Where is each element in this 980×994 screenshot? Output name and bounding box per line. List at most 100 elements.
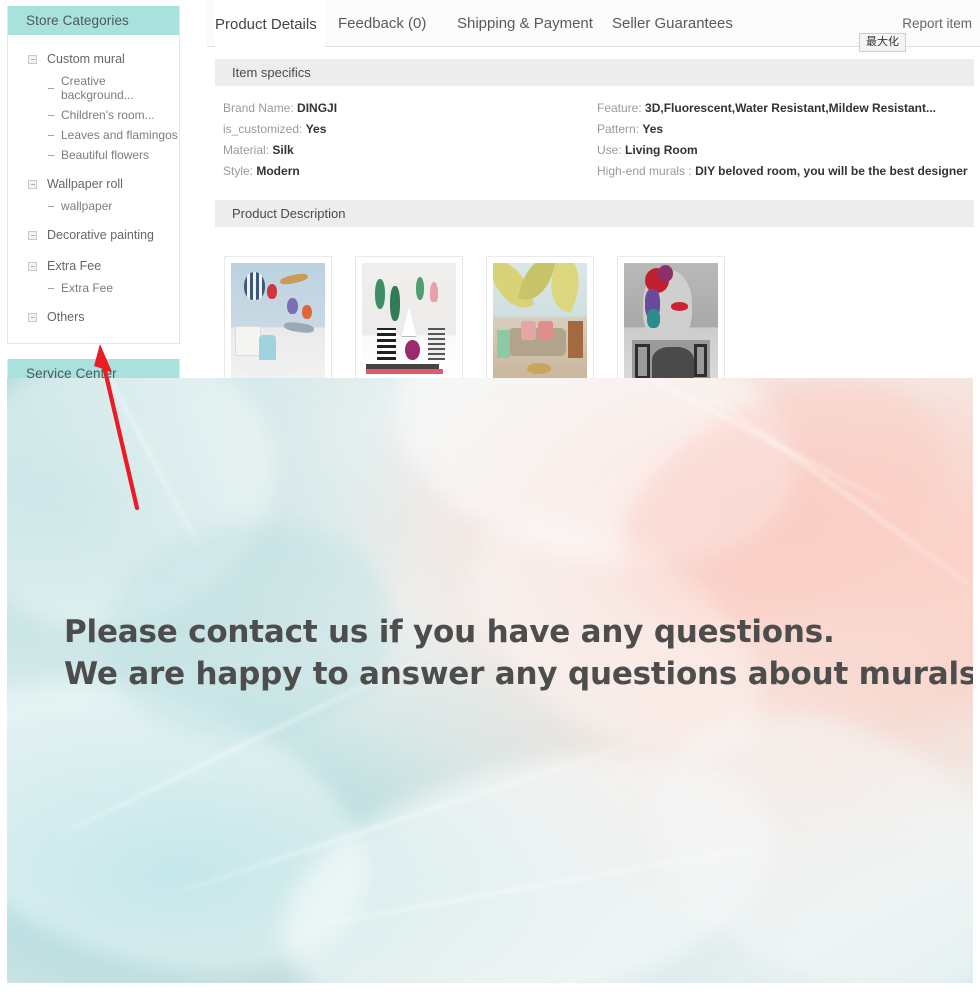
mural-image-kids-balloons <box>231 263 325 379</box>
category-wallpaper-roll[interactable]: Wallpaper roll <box>8 172 179 196</box>
category-label: Extra Fee <box>47 259 102 273</box>
category-label: Wallpaper roll <box>47 177 123 191</box>
collapse-box-icon[interactable] <box>28 261 37 271</box>
collapse-box-icon[interactable] <box>28 54 37 64</box>
item-specifics-body: Brand Name: DINGJI is_customized: Yes Ma… <box>215 86 974 178</box>
tab-product-details[interactable]: Product Details <box>215 0 325 47</box>
spec-label: Pattern: <box>597 122 640 136</box>
category-label: Custom mural <box>47 52 125 66</box>
spec-label: Style: <box>223 164 254 178</box>
gallery-thumbnail[interactable] <box>617 256 725 386</box>
feather-quill <box>550 378 894 508</box>
dash-icon <box>48 205 54 207</box>
category-label: Decorative painting <box>47 228 155 242</box>
collapse-box-icon[interactable] <box>28 179 37 189</box>
subcategory-wallpaper[interactable]: wallpaper <box>8 196 179 216</box>
contact-banner: Please contact us if you have any questi… <box>7 378 973 983</box>
spec-value: DIY beloved room, you will be the best d… <box>695 164 968 178</box>
dash-icon <box>48 87 54 89</box>
banner-line-2: We are happy to answer any questions abo… <box>64 656 973 692</box>
tab-shipping-payment[interactable]: Shipping & Payment <box>457 0 593 47</box>
feather-shape <box>255 708 802 983</box>
maximize-tooltip: 最大化 <box>859 33 906 52</box>
spec-value: Yes <box>642 122 664 136</box>
spec-label: Feature: <box>597 101 642 115</box>
collapse-box-icon[interactable] <box>28 312 37 322</box>
dash-icon <box>48 114 54 116</box>
mural-image-marilyn-monroe <box>624 263 718 379</box>
page-root: Store Categories Custom mural Creative b… <box>0 0 980 994</box>
item-specifics-header: Item specifics <box>215 59 974 86</box>
subcategory-label: wallpaper <box>61 199 113 213</box>
feather-quill <box>696 384 973 592</box>
tab-bar: Product Details Feedback (0) Shipping & … <box>207 0 980 52</box>
dash-icon <box>48 287 54 289</box>
subcategory-label: Children's room... <box>61 108 155 122</box>
spec-style: Style: Modern <box>223 161 337 182</box>
product-description-header: Product Description <box>215 200 974 227</box>
dash-icon <box>48 134 54 136</box>
spec-material: Material: Silk <box>223 140 337 161</box>
spec-value: DINGJI <box>297 101 338 115</box>
category-label: Others <box>47 310 85 324</box>
subcategory-label: Beautiful flowers <box>61 148 150 162</box>
spec-use: Use: Living Room <box>597 140 968 161</box>
spec-feature: Feature: 3D,Fluorescent,Water Resistant,… <box>597 98 968 119</box>
subcategory-beautiful-flowers[interactable]: Beautiful flowers <box>8 145 179 165</box>
tab-feedback[interactable]: Feedback (0) <box>338 0 426 47</box>
feather-shape <box>372 378 820 600</box>
category-decorative-painting[interactable]: Decorative painting <box>8 223 179 247</box>
collapse-box-icon[interactable] <box>28 230 37 240</box>
subcategory-label: Extra Fee <box>61 281 114 295</box>
dash-icon <box>48 154 54 156</box>
spec-value: Silk <box>272 143 294 157</box>
feather-quill <box>81 378 203 552</box>
banner-text-block: Please contact us if you have any questi… <box>64 611 973 695</box>
store-categories-panel: Store Categories Custom mural Creative b… <box>7 6 180 344</box>
spec-label: High-end murals : <box>597 164 692 178</box>
feather-quill <box>173 736 653 895</box>
spec-label: Brand Name: <box>223 101 294 115</box>
spec-label: is_customized: <box>223 122 303 136</box>
subcategory-extra-fee[interactable]: Extra Fee <box>8 278 179 298</box>
store-categories-tree: Custom mural Creative background... Chil… <box>8 35 179 343</box>
category-custom-mural[interactable]: Custom mural <box>8 47 179 71</box>
sidebar: Store Categories Custom mural Creative b… <box>7 6 180 426</box>
spec-pattern: Pattern: Yes <box>597 119 968 140</box>
subcategory-childrens-room[interactable]: Children's room... <box>8 105 179 125</box>
feather-shape <box>608 657 973 983</box>
subcategory-label: Leaves and flamingos <box>61 128 178 142</box>
subcategory-leaves-and-flamingos[interactable]: Leaves and flamingos <box>8 125 179 145</box>
banner-line-1: Please contact us if you have any questi… <box>64 614 835 650</box>
mural-image-palm-leaf-living-room <box>493 263 587 379</box>
spec-is-customized: is_customized: Yes <box>223 119 337 140</box>
gallery-thumbnail[interactable] <box>486 256 594 386</box>
feather-quill <box>300 845 758 930</box>
spec-value: Modern <box>256 164 300 178</box>
gallery-thumbnail[interactable] <box>224 256 332 386</box>
spec-value: Yes <box>305 122 327 136</box>
store-categories-title: Store Categories <box>8 6 179 35</box>
specs-left-column: Brand Name: DINGJI is_customized: Yes Ma… <box>223 98 337 182</box>
product-description-gallery <box>224 256 725 386</box>
spec-label: Use: <box>597 143 622 157</box>
spec-value: 3D,Fluorescent,Water Resistant,Mildew Re… <box>645 101 937 115</box>
category-others[interactable]: Others <box>8 305 179 329</box>
subcategory-label: Creative background... <box>61 74 134 102</box>
main-content: Product Details Feedback (0) Shipping & … <box>207 0 980 227</box>
specs-right-column: Feature: 3D,Fluorescent,Water Resistant,… <box>597 98 968 182</box>
spec-label: Material: <box>223 143 270 157</box>
gallery-thumbnail[interactable] <box>355 256 463 386</box>
spec-high-end-murals: High-end murals : DIY beloved room, you … <box>597 161 968 182</box>
spec-brand-name: Brand Name: DINGJI <box>223 98 337 119</box>
spec-value: Living Room <box>625 143 698 157</box>
category-extra-fee[interactable]: Extra Fee <box>8 254 179 278</box>
tab-seller-guarantees[interactable]: Seller Guarantees <box>612 0 733 47</box>
mural-image-cactus-flamingo <box>362 263 456 379</box>
subcategory-creative-background[interactable]: Creative background... <box>8 71 179 105</box>
report-item-link[interactable]: Report item <box>902 0 972 47</box>
